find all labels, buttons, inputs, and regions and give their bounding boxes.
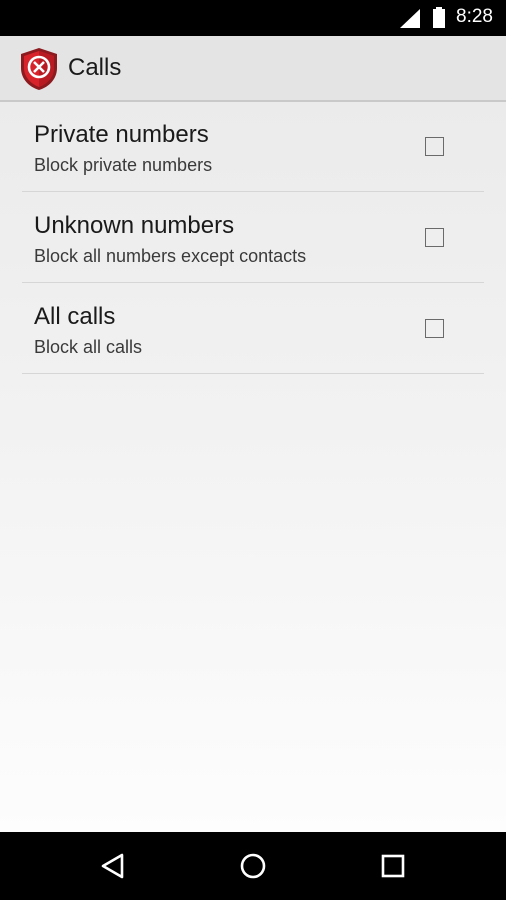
pref-summary: Block private numbers xyxy=(34,155,213,175)
pref-title: Unknown numbers xyxy=(34,212,235,239)
pref-unknown-numbers[interactable]: Unknown numbers Block all numbers except… xyxy=(22,193,484,283)
signal-icon xyxy=(400,9,420,28)
pref-title: All calls xyxy=(34,303,116,330)
clock-time: 8:28 xyxy=(456,6,493,27)
pref-summary: Block all calls xyxy=(34,337,143,357)
recents-icon[interactable] xyxy=(377,850,409,882)
unknown-numbers-checkbox[interactable] xyxy=(425,228,444,247)
pref-summary: Block all numbers except contacts xyxy=(34,246,307,266)
pref-private-numbers[interactable]: Private numbers Block private numbers xyxy=(22,102,484,192)
all-calls-checkbox[interactable] xyxy=(425,319,444,338)
back-icon[interactable] xyxy=(97,850,129,882)
home-icon[interactable] xyxy=(237,850,269,882)
pref-all-calls[interactable]: All calls Block all calls xyxy=(22,284,484,374)
private-numbers-checkbox[interactable] xyxy=(425,137,444,156)
navigation-bar xyxy=(0,832,506,900)
shield-block-icon xyxy=(21,48,57,90)
battery-icon xyxy=(433,7,445,28)
preferences-list: Private numbers Block private numbers Un… xyxy=(0,102,506,832)
action-bar: Calls xyxy=(0,36,506,102)
pref-title: Private numbers xyxy=(34,121,209,148)
status-bar: 8:28 xyxy=(0,0,506,36)
page-title: Calls xyxy=(68,54,122,81)
